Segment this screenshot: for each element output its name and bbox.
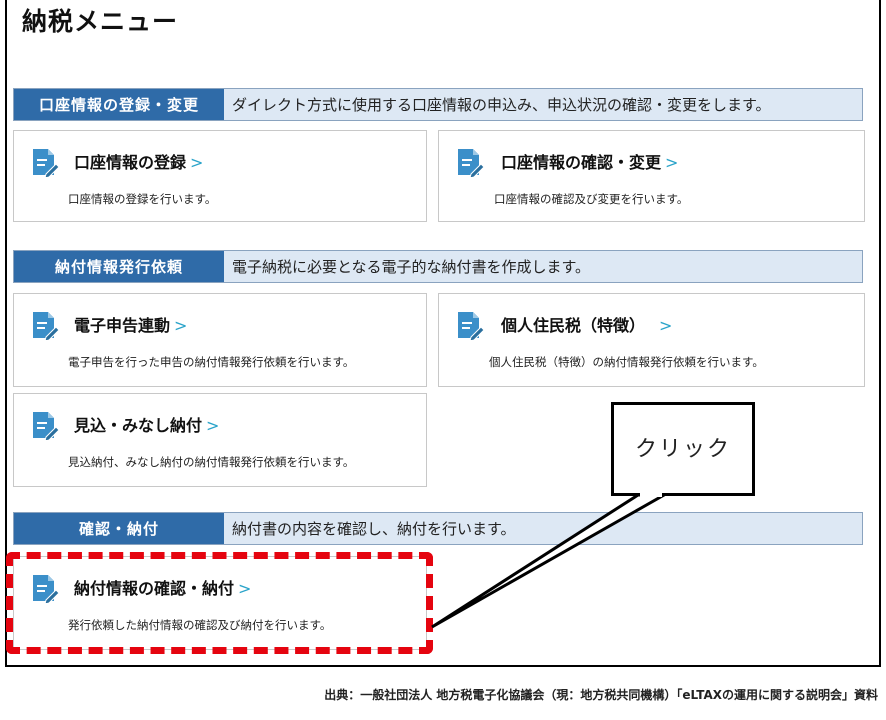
chevron-right-icon: > [238, 579, 252, 598]
section-tab: 納付情報発行依頼 [14, 251, 224, 282]
section-confirm-pay: 確認・納付 納付書の内容を確認し、納付を行います。 [13, 512, 863, 545]
document-pen-icon [30, 147, 60, 177]
card-description: 発行依頼した納付情報の確認及び納付を行います。 [68, 618, 332, 632]
card-payment-confirm[interactable]: 納付情報の確認・納付 > 発行依頼した納付情報の確認及び納付を行います。 [13, 556, 427, 650]
click-callout: クリック [611, 402, 755, 496]
chevron-right-icon: > [190, 153, 204, 172]
section-description: 電子納税に必要となる電子的な納付書を作成します。 [232, 258, 591, 276]
chevron-right-icon: > [174, 316, 188, 335]
chevron-right-icon: > [665, 153, 679, 172]
card-account-register[interactable]: 口座情報の登録 > 口座情報の登録を行います。 [13, 130, 427, 222]
chevron-right-icon: > [206, 416, 220, 435]
callout-text: クリック [634, 437, 731, 462]
source-caption: 出典：一般社団法人 地方税電子化協議会（現：地方税共同機構）「eLTAXの運用に… [324, 688, 878, 702]
section-tab: 口座情報の登録・変更 [14, 89, 224, 120]
card-description: 電子申告を行った申告の納付情報発行依頼を行います。 [68, 355, 355, 369]
card-title: 個人住民税（特徴） > [501, 316, 673, 335]
card-title: 口座情報の確認・変更 > [501, 153, 679, 172]
document-pen-icon [455, 147, 485, 177]
section-payment-issue: 納付情報発行依頼 電子納税に必要となる電子的な納付書を作成します。 [13, 250, 863, 283]
card-account-confirm-change[interactable]: 口座情報の確認・変更 > 口座情報の確認及び変更を行います。 [438, 130, 865, 222]
section-account: 口座情報の登録・変更 ダイレクト方式に使用する口座情報の申込み、申込状況の確認・… [13, 88, 863, 121]
card-description: 個人住民税（特徴）の納付情報発行依頼を行います。 [489, 355, 764, 369]
card-description: 口座情報の確認及び変更を行います。 [494, 192, 689, 206]
page-title: 納税メニュー [22, 7, 179, 36]
card-title: 電子申告連動 > [74, 316, 188, 335]
card-title: 納付情報の確認・納付 > [74, 579, 252, 598]
document-pen-icon [30, 310, 60, 340]
section-description: ダイレクト方式に使用する口座情報の申込み、申込状況の確認・変更をします。 [232, 96, 771, 114]
card-description: 見込納付、みなし納付の納付情報発行依頼を行います。 [68, 455, 355, 469]
card-description: 口座情報の登録を行います。 [68, 192, 217, 206]
section-description: 納付書の内容を確認し、納付を行います。 [232, 520, 516, 538]
document-pen-icon [455, 310, 485, 340]
card-title: 見込・みなし納付 > [74, 416, 220, 435]
document-pen-icon [30, 410, 60, 440]
section-tab: 確認・納付 [14, 513, 224, 544]
chevron-right-icon: > [659, 316, 673, 335]
card-title: 口座情報の登録 > [74, 153, 204, 172]
document-pen-icon [30, 573, 60, 603]
card-e-filing-link[interactable]: 電子申告連動 > 電子申告を行った申告の納付情報発行依頼を行います。 [13, 293, 427, 387]
card-estimated-payment[interactable]: 見込・みなし納付 > 見込納付、みなし納付の納付情報発行依頼を行います。 [13, 393, 427, 487]
card-resident-tax[interactable]: 個人住民税（特徴） > 個人住民税（特徴）の納付情報発行依頼を行います。 [438, 293, 865, 387]
